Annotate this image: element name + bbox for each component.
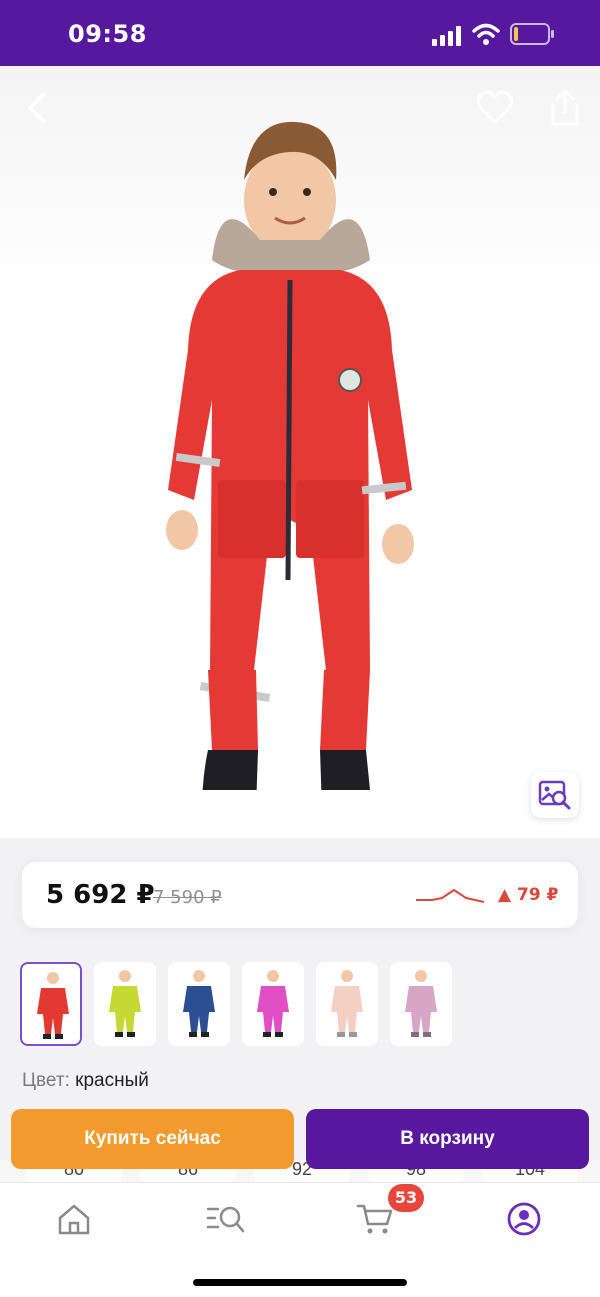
catalog-search-icon [206,1206,245,1233]
image-search-icon [538,780,571,810]
profile-icon [507,1202,541,1236]
color-label-title: Цвет: [22,1070,70,1091]
swatch-red[interactable] [20,962,82,1046]
tab-home[interactable] [44,1197,104,1241]
home-indicator [193,1279,407,1286]
wifi-icon [472,23,500,45]
share-icon[interactable] [545,88,585,128]
price-history-sparkline-icon [416,889,485,903]
buy-now-button[interactable]: Купить сейчас [11,1109,294,1169]
tab-catalog[interactable] [195,1197,255,1241]
swatch-pink[interactable] [242,962,304,1046]
price-change: ▲ 79 ₽ [498,885,559,905]
color-value: красный [75,1070,149,1091]
product-photo [166,121,414,790]
home-icon [58,1204,90,1235]
swatch-lilac[interactable] [390,962,452,1046]
status-bar: 09:58 [0,0,600,66]
swatch-blue[interactable] [168,962,230,1046]
swatch-image [405,970,437,1037]
battery-icon [510,23,554,45]
price-current: 5 692 ₽ [46,880,155,910]
color-swatches [20,962,580,1046]
swatch-image [331,970,363,1037]
product-page: 09:58 5 692 ₽ 7 590 ₽ ▲ 79 ₽ Цвет: красн… [0,0,600,1297]
tab-profile[interactable] [494,1197,554,1241]
visual-search-button[interactable] [531,772,579,818]
price-old: 7 590 ₽ [153,887,222,908]
cart-count-badge: 53 [388,1184,424,1212]
cart-icon [356,1204,393,1234]
color-label: Цвет: красный [22,1070,149,1092]
price-card[interactable]: 5 692 ₽ 7 590 ₽ ▲ 79 ₽ [22,862,578,928]
signal-icon [432,26,461,46]
heart-icon[interactable] [475,88,515,128]
swatch-image [37,972,69,1039]
status-time: 09:58 [68,20,147,48]
swatch-lime[interactable] [94,962,156,1046]
back-icon[interactable] [18,88,58,128]
product-image-area[interactable] [0,66,600,838]
swatch-image [109,970,141,1037]
swatch-image [183,970,215,1037]
swatch-image [257,970,289,1037]
swatch-peach[interactable] [316,962,378,1046]
add-to-cart-button[interactable]: В корзину [306,1109,589,1169]
